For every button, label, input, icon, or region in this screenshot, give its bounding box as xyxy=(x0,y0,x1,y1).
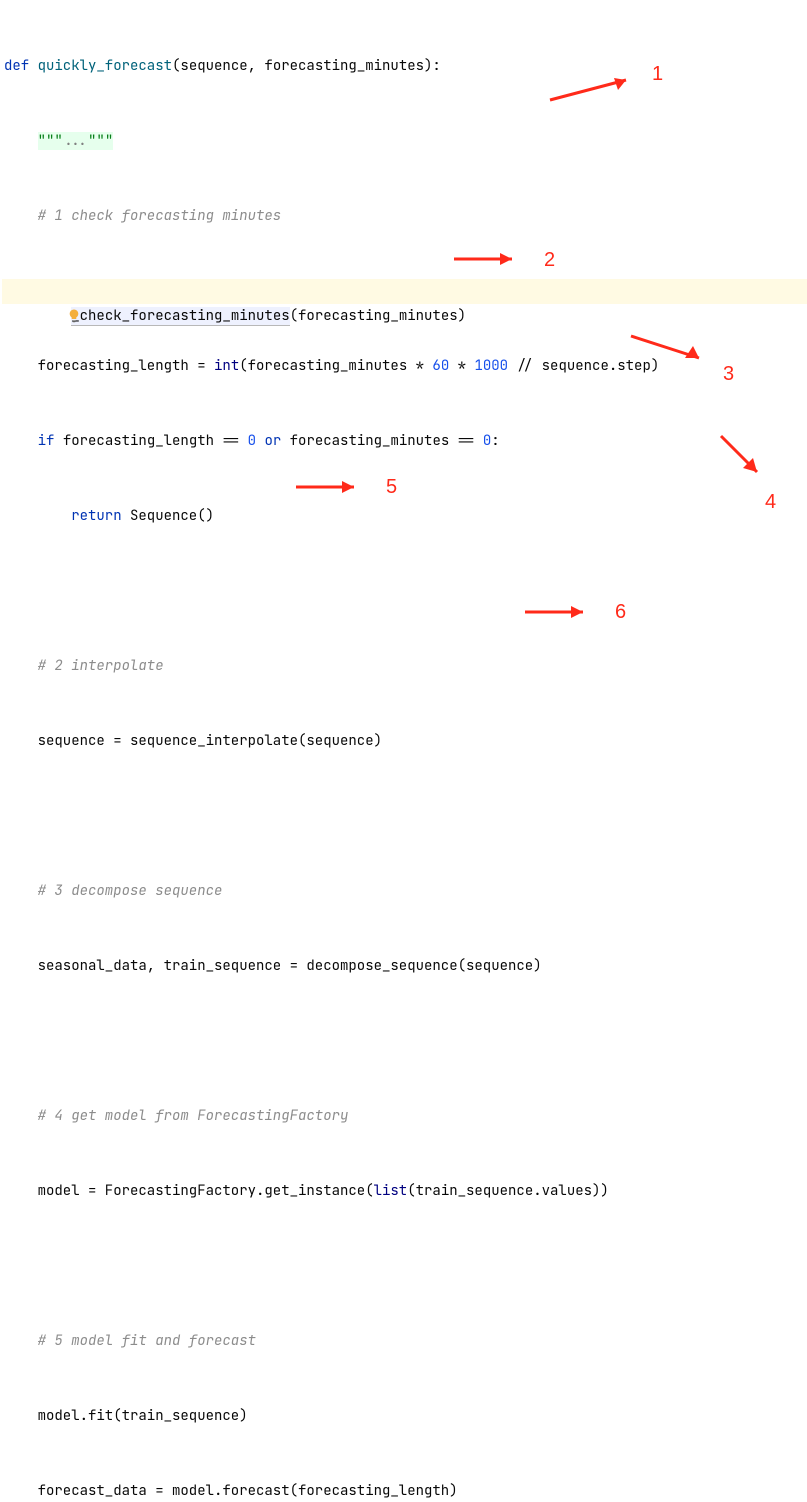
code-line[interactable]: # 5 model fit and forecast xyxy=(2,1329,807,1354)
code-editor[interactable]: def quickly_forecast(sequence, forecasti… xyxy=(0,0,807,1502)
code-line[interactable]: seasonal_data, train_sequence = decompos… xyxy=(2,954,807,979)
comment: # 1 check forecasting minutes xyxy=(38,207,282,225)
code-line[interactable]: forecast_data = model.forecast(forecasti… xyxy=(2,1479,807,1502)
comment: # 3 decompose sequence xyxy=(38,882,223,900)
code-line[interactable]: # 3 decompose sequence xyxy=(2,879,807,904)
signature: (sequence, forecasting_minutes): xyxy=(172,57,441,75)
args: (forecasting_minutes) xyxy=(290,307,466,325)
code-line[interactable]: forecasting_length = int(forecasting_min… xyxy=(2,354,807,379)
code-line[interactable]: model = ForecastingFactory.get_instance(… xyxy=(2,1179,807,1204)
code-line[interactable]: sequence = sequence_interpolate(sequence… xyxy=(2,729,807,754)
folded-docstring[interactable]: """...""" xyxy=(38,132,114,150)
blank-line[interactable] xyxy=(2,579,807,604)
lightbulb-icon[interactable] xyxy=(16,283,32,299)
builtin-list: list xyxy=(374,1182,408,1200)
code-line[interactable]: # 4 get model from ForecastingFactory xyxy=(2,1104,807,1129)
blank-line[interactable] xyxy=(2,804,807,829)
code-line[interactable]: """...""" xyxy=(2,129,807,154)
code-line[interactable]: if forecasting_length == 0 or forecastin… xyxy=(2,429,807,454)
code-line[interactable]: _check_forecasting_minutes(forecasting_m… xyxy=(2,279,807,304)
function-name: quickly_forecast xyxy=(38,57,172,75)
code-line[interactable]: # 2 interpolate xyxy=(2,654,807,679)
warned-call: _check_forecasting_minutes xyxy=(71,307,289,325)
comment: # 4 get model from ForecastingFactory xyxy=(38,1107,349,1125)
comment: # 5 model fit and forecast xyxy=(38,1332,256,1350)
builtin-int: int xyxy=(214,357,239,375)
blank-line[interactable] xyxy=(2,1029,807,1054)
blank-line[interactable] xyxy=(2,1254,807,1279)
keyword-def: def xyxy=(4,57,29,75)
code-line[interactable]: model.fit(train_sequence) xyxy=(2,1404,807,1429)
comment: # 2 interpolate xyxy=(38,657,164,675)
code-line[interactable]: return Sequence() xyxy=(2,504,807,529)
code-line[interactable]: def quickly_forecast(sequence, forecasti… xyxy=(2,54,807,79)
code-line[interactable]: # 1 check forecasting minutes xyxy=(2,204,807,229)
